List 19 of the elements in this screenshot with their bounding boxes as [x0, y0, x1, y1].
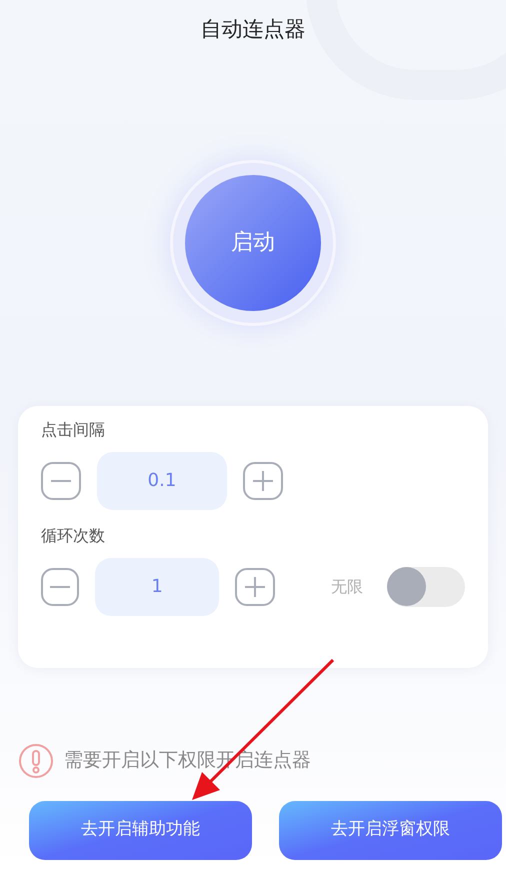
permission-button[interactable]: 去开启辅助功能	[29, 800, 252, 860]
setting-label: 循环次数	[41, 524, 106, 546]
minus-icon	[50, 584, 70, 588]
value-field[interactable]: 0.1	[97, 452, 227, 510]
value-field[interactable]: 1	[95, 558, 219, 616]
start-button[interactable]: 启动	[185, 174, 321, 310]
permission-button[interactable]: 去开启浮窗权限	[279, 800, 502, 860]
warning-icon	[18, 742, 54, 778]
minus-button[interactable]	[41, 568, 80, 606]
plus-button[interactable]	[235, 568, 275, 606]
plus-button[interactable]	[243, 462, 283, 500]
plus-icon	[245, 576, 265, 596]
setting-label: 点击间隔	[41, 418, 106, 440]
toggle-label: 无限	[331, 576, 363, 598]
minus-button[interactable]	[41, 462, 81, 500]
minus-icon	[51, 478, 71, 482]
toggle-switch[interactable]	[387, 566, 465, 606]
screen-title: 自动连点器	[200, 16, 306, 43]
plus-icon	[253, 470, 273, 490]
